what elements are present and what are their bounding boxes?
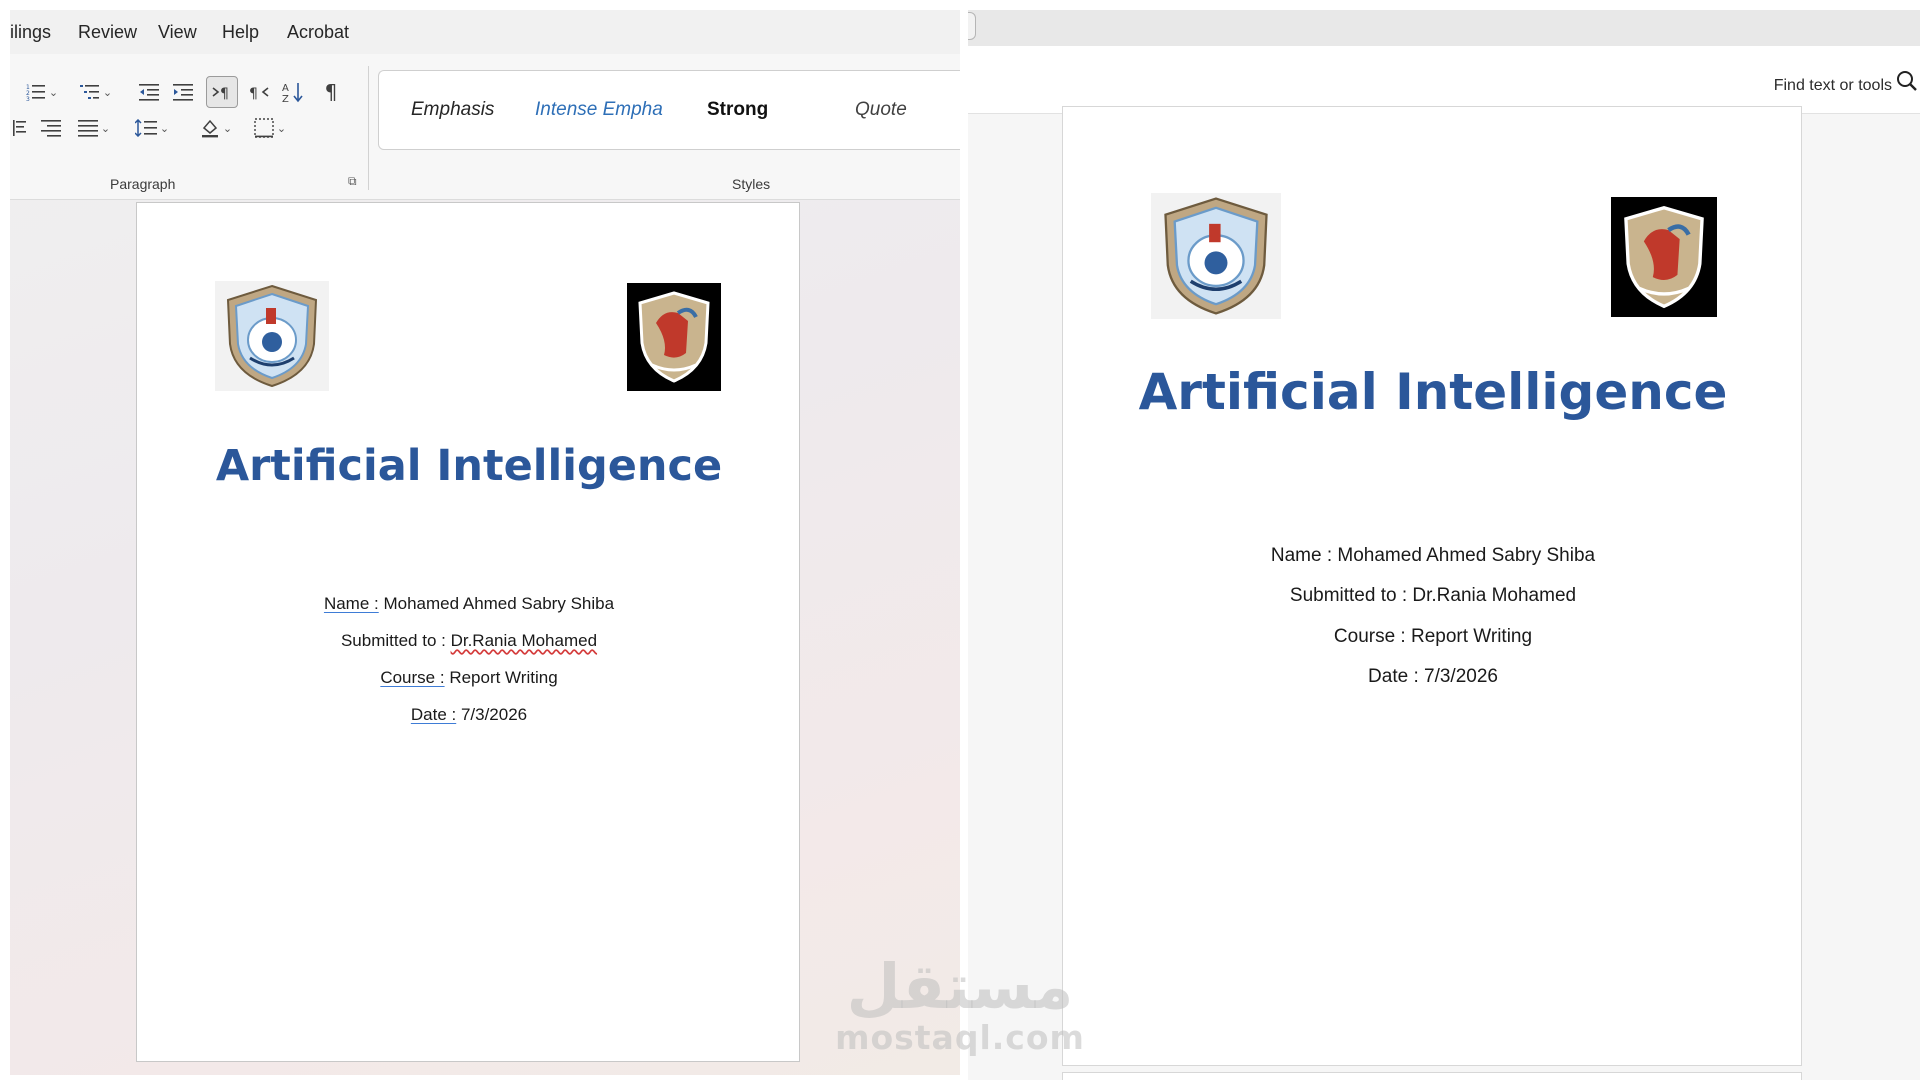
date-line: Date : 7/3/2026: [137, 705, 801, 725]
ai-faculty-logo: [215, 281, 329, 391]
pdf-viewer-window: Find text or tools Artificial Intelligen…: [968, 10, 1920, 1080]
sort-icon[interactable]: AZ: [278, 78, 308, 106]
multilevel-list-icon[interactable]: ⌄: [74, 78, 118, 106]
submitted-value: Dr.Rania Mohamed: [450, 631, 598, 650]
ribbon: 1 2 3 ⌄ ⌄ ¶ ¶ AZ ¶ ⌄ ⌄ ⌄ ⌄ Paragraph ⧉ E…: [10, 54, 960, 200]
name-line: Name : Mohamed Ahmed Sabry Shiba: [137, 594, 801, 614]
ai-faculty-logo: [1151, 193, 1281, 319]
course-value: Report Writing: [449, 668, 558, 687]
shading-icon[interactable]: ⌄: [194, 114, 238, 142]
university-logo: [1611, 197, 1717, 317]
document-title: Artificial Intelligence: [215, 441, 723, 491]
style-quote[interactable]: Quote: [855, 99, 907, 121]
borders-icon[interactable]: ⌄: [248, 114, 292, 142]
date-line: Date : 7/3/2026: [1368, 666, 1498, 687]
screenshot-stage: ilings Review View Help Acrobat 1 2 3 ⌄ ⌄ ¶: [0, 0, 1920, 1080]
chevron-down-icon: ⌄: [100, 121, 111, 135]
show-marks-icon[interactable]: ¶: [316, 78, 346, 106]
word-window: ilings Review View Help Acrobat 1 2 3 ⌄ ⌄ ¶: [10, 10, 960, 1075]
increase-indent-icon[interactable]: [168, 78, 198, 106]
style-strong[interactable]: Strong: [707, 99, 768, 121]
tab-mailings[interactable]: ilings: [10, 22, 51, 43]
dialog-launcher-icon[interactable]: ⧉: [348, 174, 364, 190]
svg-text:Z: Z: [282, 94, 289, 103]
chevron-down-icon: ⌄: [222, 121, 233, 135]
style-intense-emphasis[interactable]: Intense Empha: [535, 99, 663, 121]
group-label-styles: Styles: [732, 176, 771, 192]
left-to-right-icon[interactable]: ¶: [206, 76, 238, 108]
align-right-icon[interactable]: [36, 114, 66, 142]
pdf-tab[interactable]: [968, 12, 976, 40]
group-label-paragraph: Paragraph: [110, 176, 176, 192]
chevron-down-icon: ⌄: [102, 85, 113, 99]
chevron-down-icon: ⌄: [276, 121, 287, 135]
svg-text:A: A: [282, 83, 289, 94]
submitted-label: Submitted to :: [340, 631, 446, 650]
date-value: 7/3/2026: [460, 705, 528, 724]
line-spacing-icon[interactable]: ⌄: [130, 114, 174, 142]
pdf-toolbar: Find text or tools: [968, 46, 1920, 114]
style-emphasis[interactable]: Emphasis: [411, 99, 494, 121]
search-icon[interactable]: [1896, 70, 1920, 96]
course-line: Course : Report Writing: [137, 668, 801, 688]
name-value: Mohamed Ahmed Sabry Shiba: [383, 594, 615, 613]
chevron-down-icon: ⌄: [48, 85, 59, 99]
align-left-icon[interactable]: [10, 114, 30, 142]
tab-review[interactable]: Review: [78, 22, 137, 43]
find-text-tools-label[interactable]: Find text or tools: [1774, 77, 1892, 95]
pilcrow-glyph: ¶: [324, 80, 338, 104]
svg-text:¶: ¶: [220, 86, 229, 101]
tab-help[interactable]: Help: [222, 22, 259, 43]
submitted-line: Submitted to : Dr.Rania Mohamed: [137, 631, 801, 651]
word-menu-bar: ilings Review View Help Acrobat: [10, 10, 960, 54]
name-line: Name : Mohamed Ahmed Sabry Shiba: [1270, 545, 1596, 566]
decrease-indent-icon[interactable]: [134, 78, 164, 106]
university-logo: [627, 283, 721, 391]
styles-gallery: Emphasis Intense Empha Strong Quote: [378, 70, 960, 150]
word-document-page[interactable]: Artificial Intelligence Name : Mohamed A…: [136, 202, 800, 1062]
right-to-left-icon[interactable]: ¶: [244, 78, 274, 106]
course-label: Course :: [380, 668, 445, 687]
group-divider: [368, 66, 369, 190]
tab-acrobat[interactable]: Acrobat: [287, 22, 349, 43]
svg-text:3: 3: [26, 96, 30, 101]
pdf-tab-bar: [968, 10, 1920, 46]
name-label: Name :: [323, 594, 379, 613]
next-page-edge: [1062, 1072, 1802, 1080]
submitted-line: Submitted to : Dr.Rania Mohamed: [1289, 585, 1577, 606]
justify-icon[interactable]: ⌄: [72, 114, 116, 142]
svg-text:¶: ¶: [249, 86, 258, 101]
document-title: Artificial Intelligence: [1138, 363, 1728, 421]
tab-view[interactable]: View: [158, 22, 197, 43]
date-label: Date :: [410, 705, 457, 724]
chevron-down-icon: ⌄: [159, 121, 170, 135]
course-line: Course : Report Writing: [1333, 626, 1533, 647]
pdf-document-page[interactable]: Artificial Intelligence Name : Mohamed A…: [1062, 106, 1802, 1066]
numbering-icon[interactable]: 1 2 3 ⌄: [20, 78, 64, 106]
